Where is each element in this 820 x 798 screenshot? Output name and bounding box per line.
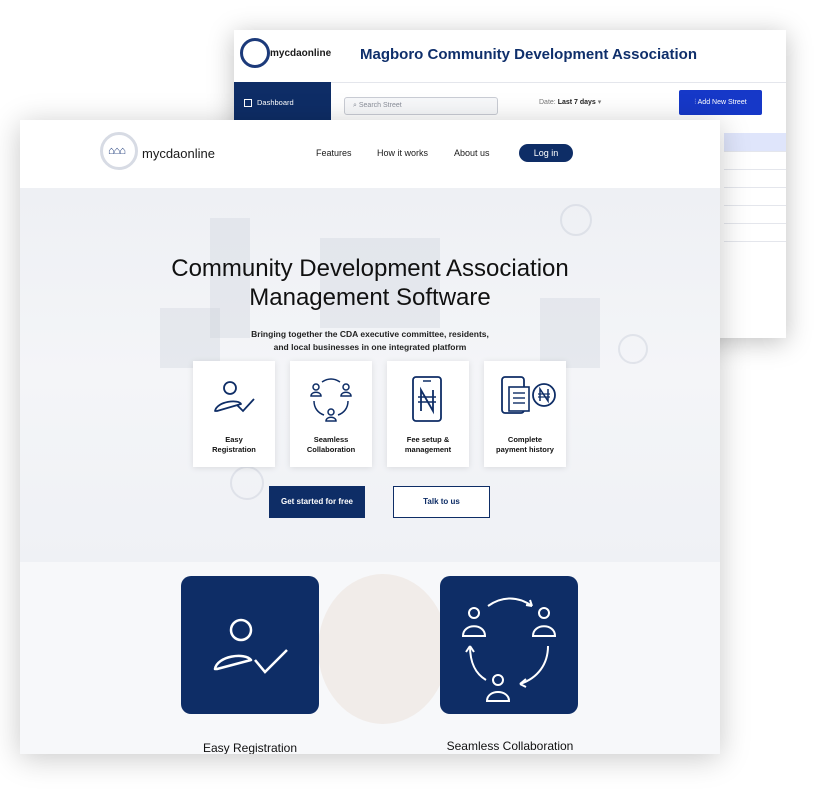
feature-label-line1: Seamless [313, 435, 349, 444]
user-check-icon [214, 381, 255, 413]
date-label: Date: [539, 99, 556, 106]
hero-title: Community Development Association Manage… [20, 254, 720, 312]
dashboard-header: mycdaonline Magboro Community Developmen… [234, 30, 786, 83]
table-row [724, 223, 786, 242]
feature-label-line1: Complete [507, 435, 543, 444]
sidebar-item-dashboard[interactable]: Dashboard [244, 98, 294, 108]
date-filter[interactable]: Date: Last 7 days ▾ [539, 98, 601, 106]
feature-label: Easy Registration [193, 435, 275, 455]
background-circle [560, 204, 592, 236]
landing-window: ⌂⌂⌂ mycdaonline Features How it works Ab… [20, 120, 720, 754]
table-row [724, 169, 786, 188]
add-new-street-button[interactable]: ⫶ Add New Street [679, 90, 762, 115]
feature-label-line2: Registration [212, 445, 256, 454]
feature-card-fee-setup[interactable]: Fee setup & management [387, 361, 469, 467]
login-button[interactable]: Log in [519, 144, 573, 162]
add-new-street-label: Add New Street [697, 99, 747, 106]
user-check-icon [213, 618, 288, 674]
feature-label: Fee setup & management [387, 435, 469, 455]
talk-to-us-button[interactable]: Talk to us [393, 486, 490, 518]
hero-section: Community Development Association Manage… [20, 188, 720, 562]
collaboration-cycle-icon [310, 378, 352, 422]
collaboration-cycle-icon [461, 597, 557, 702]
tile-caption-seamless-collaboration: Seamless Collaboration [446, 739, 574, 753]
chevron-down-icon: ▾ [597, 99, 602, 106]
feature-card-seamless-collaboration[interactable]: Seamless Collaboration [290, 361, 372, 467]
hero-subtitle-line2: and local businesses in one integrated p… [273, 342, 467, 352]
table-row [724, 133, 786, 152]
feature-card-payment-history[interactable]: Complete payment history [484, 361, 566, 467]
table-row [724, 151, 786, 170]
hero-title-line1: Community Development Association [171, 255, 569, 282]
get-started-button[interactable]: Get started for free [269, 486, 365, 518]
tile-seamless-collaboration [440, 576, 578, 714]
top-navbar: ⌂⌂⌂ mycdaonline Features How it works Ab… [20, 120, 720, 188]
nav-features-link[interactable]: Features [316, 148, 352, 158]
feature-label-line1: Easy [225, 435, 243, 444]
phone-naira-icon [412, 376, 442, 422]
grid-icon [244, 99, 252, 108]
dashboard-logo-icon [240, 38, 270, 68]
hero-subtitle: Bringing together the CDA executive comm… [20, 328, 720, 354]
background-person-image [318, 574, 448, 724]
date-value: Last 7 days [557, 99, 596, 106]
receipt-naira-icon [501, 376, 556, 414]
nav-about-link[interactable]: About us [454, 148, 490, 158]
feature-label-line2: payment history [496, 445, 554, 454]
table-row [724, 205, 786, 224]
feature-label-line1: Fee setup & [406, 435, 450, 444]
feature-label-line2: management [404, 445, 452, 454]
features-showcase-section: Easy Registration Seamless Collaboration [20, 562, 720, 754]
hero-subtitle-line1: Bringing together the CDA executive comm… [251, 329, 489, 339]
street-search-input[interactable]: ⌕ Search Street [344, 97, 498, 115]
houses-icon: ⌂⌂⌂ [108, 145, 126, 157]
feature-label-line2: Collaboration [306, 445, 356, 454]
tile-caption-easy-registration: Easy Registration [202, 741, 298, 754]
table-row [724, 187, 786, 206]
hero-title-line2: Management Software [249, 284, 491, 311]
feature-label: Complete payment history [484, 435, 566, 455]
nav-how-it-works-link[interactable]: How it works [377, 148, 428, 158]
logo-text[interactable]: mycdaonline [142, 146, 215, 161]
search-placeholder: Search Street [358, 102, 402, 109]
feature-label: Seamless Collaboration [290, 435, 372, 455]
feature-card-easy-registration[interactable]: Easy Registration [193, 361, 275, 467]
dashboard-logo-text: mycdaonline [270, 48, 332, 59]
background-circle [230, 466, 264, 500]
tile-easy-registration [181, 576, 319, 714]
dashboard-title: Magboro Community Development Associatio… [360, 46, 697, 63]
sidebar-item-label: Dashboard [257, 98, 294, 107]
